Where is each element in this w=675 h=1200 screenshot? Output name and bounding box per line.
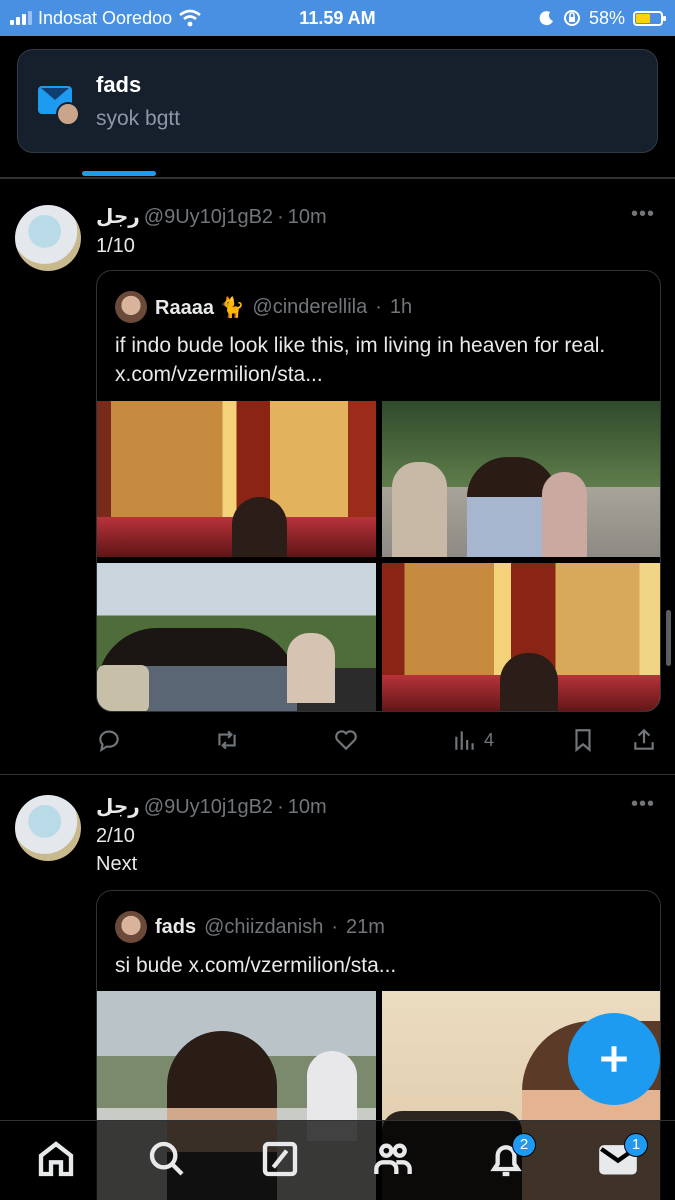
message-notification-banner[interactable]: fads syok bgtt [17,49,658,153]
quoted-photo[interactable] [97,563,376,711]
reply-icon [99,730,119,752]
analytics-icon [455,731,474,750]
heart-icon [335,730,357,751]
separator-dot: · [331,915,339,938]
display-name[interactable]: رجل [96,794,140,819]
separator-dot: · [375,295,382,318]
avatar[interactable] [15,205,81,271]
quoted-photo[interactable] [382,401,660,557]
avatar[interactable] [115,911,147,943]
avatar[interactable] [115,291,147,323]
grok-icon [262,1141,298,1177]
battery-icon [633,10,666,26]
signal-icon [10,11,32,25]
messages-badge: 1 [624,1133,648,1157]
bookmark-button[interactable] [570,725,596,755]
plus-icon [601,1046,627,1072]
like-button[interactable] [333,725,359,755]
quoted-text: si bude x.com/vzermilion/sta... [115,954,397,977]
bookmark-icon [575,729,591,753]
tweet-text: 1/10 [96,235,135,257]
quoted-photo[interactable] [382,563,660,711]
nav-notifications[interactable]: 2 [486,1133,536,1179]
wifi-icon [179,9,201,27]
nav-messages[interactable]: 1 [598,1133,648,1179]
quoted-photo[interactable] [97,401,376,557]
divider [0,178,675,179]
bottom-navigation: 2 1 [0,1120,675,1200]
quoted-handle: @cinderellila [252,295,368,318]
notification-body: syok bgtt [96,107,181,130]
sender-avatar [56,102,80,126]
retweet-icon [218,730,236,750]
communities-icon [374,1143,412,1174]
notification-title: fads [96,72,142,97]
separator-dot: · [277,206,284,228]
views-count: 4 [484,729,495,750]
reply-button[interactable] [96,725,122,755]
nav-search[interactable] [147,1139,187,1179]
views-button[interactable]: 4 [452,725,494,755]
nav-grok[interactable] [260,1139,300,1179]
handle[interactable]: @9Uy10j1gB2 [144,796,273,819]
share-button[interactable] [631,725,657,755]
share-icon [634,728,654,750]
more-options-icon[interactable]: ••• [629,204,657,228]
scrollbar[interactable] [666,610,671,666]
tweet-text: 2/10 Next [96,825,138,875]
quoted-timestamp: 21m [346,915,385,938]
notifications-badge: 2 [512,1133,536,1157]
more-options-icon[interactable]: ••• [629,794,657,818]
handle[interactable]: @9Uy10j1gB2 [144,206,273,229]
display-name[interactable]: رجل [96,204,140,229]
home-icon [38,1141,74,1177]
rotation-lock-icon [563,10,580,26]
compose-button[interactable] [568,1013,660,1105]
carrier-name: Indosat Ooredoo [38,7,173,28]
nav-home[interactable] [36,1139,76,1179]
search-icon [149,1141,184,1176]
quoted-display-name: Raaaa 🐈 [155,296,245,319]
quoted-handle: @chiizdanish [204,915,324,938]
retweet-button[interactable] [214,725,240,755]
nav-communities[interactable] [373,1139,413,1179]
avatar[interactable] [15,795,81,861]
quoted-display-name: fads [155,915,197,938]
quoted-tweet[interactable]: Raaaa 🐈 @cinderellila · 1h if indo bude … [96,270,661,712]
battery-percent: 58% [588,7,625,28]
separator-dot: · [277,796,284,818]
quoted-text: if indo bude look like this, im living i… [115,334,606,386]
timestamp[interactable]: 10m [288,796,327,819]
tweet[interactable]: رجل @9Uy10j1gB2 · 10m ••• 1/10 Raaaa 🐈 @… [0,190,675,775]
moon-icon [539,11,553,26]
tweet-actions: 4 [96,725,661,755]
quoted-timestamp: 1h [389,295,413,318]
timestamp[interactable]: 10m [288,206,327,229]
status-bar: Indosat Ooredoo 11.59 AM 58% [0,0,675,36]
divider [0,774,675,775]
active-tab-indicator [82,171,156,176]
